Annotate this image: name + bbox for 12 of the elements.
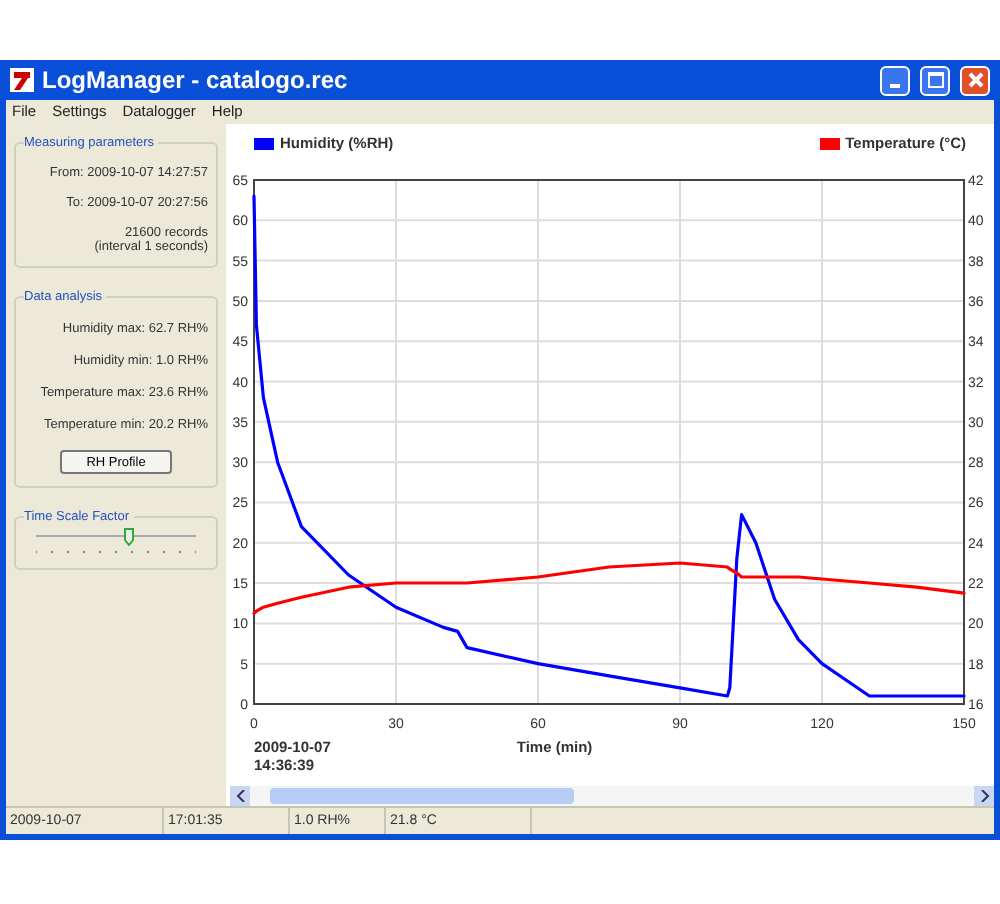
app-logo-icon [10,68,34,92]
scroll-right-icon[interactable] [974,786,994,806]
minimize-button[interactable] [880,65,910,95]
scroll-left-icon[interactable] [230,786,250,806]
close-icon [967,72,983,88]
close-button[interactable] [960,65,990,95]
time-scale-slider[interactable] [36,528,196,556]
scroll-thumb[interactable] [270,788,575,804]
maximize-button[interactable] [920,65,950,95]
maximize-icon [927,72,943,88]
window-title: LogManager - catalogo.rec [42,66,350,94]
slider-thumb[interactable] [124,528,135,546]
